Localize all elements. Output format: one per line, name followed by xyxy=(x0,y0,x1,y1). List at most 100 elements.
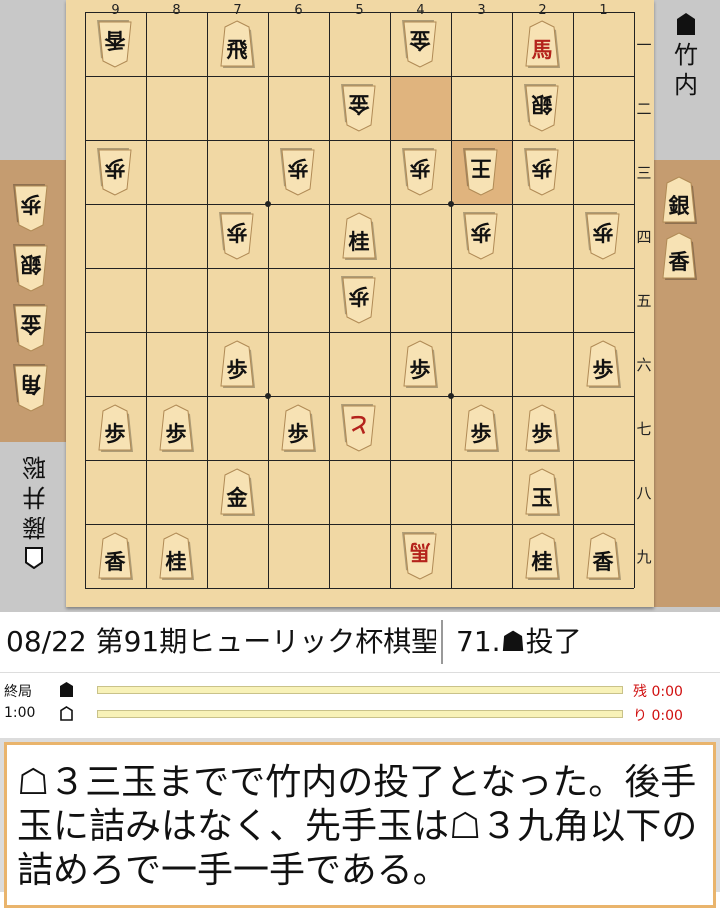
board-piece[interactable]: 馬 xyxy=(402,532,438,580)
gote-hand-piece[interactable]: 金 xyxy=(13,304,49,352)
board-piece[interactable]: 香 xyxy=(97,532,133,580)
board-piece[interactable]: 歩 xyxy=(402,340,438,388)
piece-label: 歩 xyxy=(470,220,492,245)
sente-hand-piece[interactable]: 香 xyxy=(661,232,697,280)
grid-line xyxy=(85,204,634,205)
gote-hand-piece[interactable]: 角 xyxy=(13,364,49,412)
board-piece[interactable]: 歩 xyxy=(280,404,316,452)
piece-label: 香 xyxy=(104,28,126,53)
piece-label: 歩 xyxy=(592,357,614,382)
gote-timebar xyxy=(97,710,623,718)
board-piece[interactable]: 歩 xyxy=(463,212,499,260)
piece-label: 歩 xyxy=(409,156,431,181)
board-piece[interactable]: 桂 xyxy=(341,212,377,260)
board-piece[interactable]: 金 xyxy=(341,84,377,132)
board-piece[interactable]: 歩 xyxy=(280,148,316,196)
piece-label: 歩 xyxy=(592,220,614,245)
piece-label: 歩 xyxy=(20,192,42,217)
file-number: 2 xyxy=(538,3,547,18)
rank-number: 七 xyxy=(636,420,652,438)
piece-label: 金 xyxy=(226,485,248,510)
piece-label: 歩 xyxy=(531,156,553,181)
piece-label: 銀 xyxy=(20,252,42,277)
board-piece[interactable]: 金 xyxy=(219,468,255,516)
rank-number: 九 xyxy=(636,548,652,566)
piece-label: 銀 xyxy=(531,92,553,117)
piece-label: 馬 xyxy=(409,540,431,565)
piece-label: 歩 xyxy=(104,421,126,446)
file-number: 9 xyxy=(111,3,120,18)
board-piece[interactable]: 歩 xyxy=(585,340,621,388)
piece-label: 香 xyxy=(668,249,690,274)
gote-player: 藤井聡 xyxy=(14,452,54,574)
board-piece[interactable]: 歩 xyxy=(97,404,133,452)
board-piece[interactable]: と xyxy=(341,404,377,452)
board-piece[interactable]: 玉 xyxy=(524,468,560,516)
file-number: 3 xyxy=(477,3,486,18)
gote-time: り 0:00 xyxy=(633,708,683,724)
grid-line xyxy=(85,76,634,77)
board-piece[interactable]: 歩 xyxy=(524,404,560,452)
file-number: 8 xyxy=(172,3,181,18)
piece-label: 歩 xyxy=(470,421,492,446)
board-piece[interactable]: 銀 xyxy=(524,84,560,132)
rank-number: 二 xyxy=(636,100,652,118)
comment-panel: ☖３三玉までで竹内の投了となった。後手玉に詰みはなく、先手玉は☖３九角以下の詰め… xyxy=(0,738,720,908)
board-piece[interactable]: 歩 xyxy=(97,148,133,196)
board-piece[interactable]: 歩 xyxy=(585,212,621,260)
piece-label: 歩 xyxy=(226,220,248,245)
piece-label: 金 xyxy=(348,92,370,117)
board-piece[interactable]: 歩 xyxy=(402,148,438,196)
piece-label: 歩 xyxy=(165,421,187,446)
board-piece[interactable]: 歩 xyxy=(158,404,194,452)
rank-number: 四 xyxy=(636,228,652,246)
board-piece[interactable]: 馬 xyxy=(524,20,560,68)
piece-label: 香 xyxy=(592,549,614,574)
piece-label: 桂 xyxy=(165,549,187,574)
grid-line xyxy=(85,588,634,589)
board-piece[interactable]: 王 xyxy=(463,148,499,196)
file-number: 7 xyxy=(233,3,242,18)
board-piece[interactable]: 金 xyxy=(402,20,438,68)
board-piece[interactable]: 飛 xyxy=(219,20,255,68)
move-indicator[interactable]: 71.☗投了 xyxy=(456,622,582,662)
piece-label: 歩 xyxy=(104,156,126,181)
comment-frame[interactable]: ☖３三玉までで竹内の投了となった。後手玉に詰みはなく、先手玉は☖３九角以下の詰め… xyxy=(4,742,716,908)
gote-hand-piece[interactable]: 歩 xyxy=(13,184,49,232)
piece-label: と xyxy=(348,412,370,437)
grid-line xyxy=(512,12,513,588)
black-mark-icon xyxy=(60,682,73,697)
board-piece[interactable]: 歩 xyxy=(463,404,499,452)
board-piece[interactable]: 歩 xyxy=(219,340,255,388)
board-piece[interactable]: 桂 xyxy=(524,532,560,580)
star-point xyxy=(448,201,454,207)
rank-number: 一 xyxy=(636,36,652,54)
grid-line xyxy=(268,12,269,588)
board-piece[interactable]: 香 xyxy=(585,532,621,580)
piece-label: 馬 xyxy=(531,37,553,62)
board-piece[interactable]: 歩 xyxy=(341,276,377,324)
clock-area: 終局 残 0:00 1:00 り 0:00 xyxy=(0,672,720,733)
sente-hand-piece[interactable]: 銀 xyxy=(661,176,697,224)
white-mark-icon xyxy=(25,547,43,569)
info-divider xyxy=(441,620,443,664)
piece-label: 歩 xyxy=(226,357,248,382)
result-label: 終局 xyxy=(4,684,32,700)
board-piece[interactable]: 香 xyxy=(97,20,133,68)
piece-label: 王 xyxy=(470,156,492,181)
board-piece[interactable]: 桂 xyxy=(158,532,194,580)
board-piece[interactable]: 歩 xyxy=(524,148,560,196)
piece-label: 金 xyxy=(20,312,42,337)
game-area: 竹内 藤井聡 987654321一二三四五六七八九香飛金馬金銀歩歩歩王歩歩桂歩歩… xyxy=(0,0,720,612)
star-point xyxy=(265,393,271,399)
piece-label: 桂 xyxy=(531,549,553,574)
piece-label: 銀 xyxy=(668,193,690,218)
black-mark-icon xyxy=(677,13,695,35)
gote-hand-piece[interactable]: 銀 xyxy=(13,244,49,292)
game-title[interactable]: 08/22 第91期ヒューリック杯棋聖戦 xyxy=(6,622,436,662)
piece-label: 歩 xyxy=(531,421,553,446)
board-piece[interactable]: 歩 xyxy=(219,212,255,260)
file-number: 5 xyxy=(355,3,364,18)
grid-line xyxy=(207,12,208,588)
time-limit-label: 1:00 xyxy=(4,705,36,721)
